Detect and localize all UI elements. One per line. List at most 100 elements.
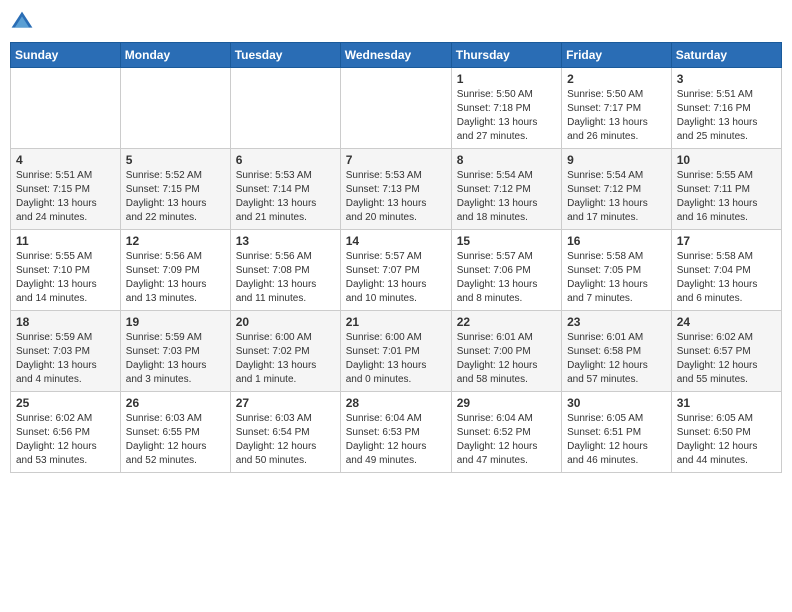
calendar-week-4: 18Sunrise: 5:59 AM Sunset: 7:03 PM Dayli…: [11, 311, 782, 392]
day-number: 26: [126, 396, 225, 410]
day-info: Sunrise: 5:51 AM Sunset: 7:15 PM Dayligh…: [16, 169, 115, 225]
calendar: SundayMondayTuesdayWednesdayThursdayFrid…: [10, 42, 782, 473]
day-info: Sunrise: 6:05 AM Sunset: 6:50 PM Dayligh…: [677, 412, 776, 468]
calendar-cell: 14 Sunrise: 5:57 AM Sunset: 7:07 PM Dayli…: [340, 230, 451, 311]
calendar-cell: 22 Sunrise: 6:01 AM Sunset: 7:00 PM Dayli…: [451, 311, 561, 392]
day-info: Sunrise: 6:00 AM Sunset: 7:01 PM Dayligh…: [346, 331, 446, 387]
day-of-week-saturday: Saturday: [671, 43, 781, 68]
calendar-cell: 11 Sunrise: 5:55 AM Sunset: 7:10 PM Dayli…: [11, 230, 121, 311]
day-info: Sunrise: 6:01 AM Sunset: 7:00 PM Dayligh…: [457, 331, 556, 387]
day-of-week-friday: Friday: [562, 43, 672, 68]
logo-icon: [10, 10, 34, 34]
calendar-cell: [340, 68, 451, 149]
day-number: 6: [236, 153, 335, 167]
day-info: Sunrise: 5:59 AM Sunset: 7:03 PM Dayligh…: [16, 331, 115, 387]
calendar-cell: 27 Sunrise: 6:03 AM Sunset: 6:54 PM Dayli…: [230, 392, 340, 473]
day-info: Sunrise: 5:58 AM Sunset: 7:04 PM Dayligh…: [677, 250, 776, 306]
day-number: 10: [677, 153, 776, 167]
day-number: 14: [346, 234, 446, 248]
calendar-cell: 12 Sunrise: 5:56 AM Sunset: 7:09 PM Dayli…: [120, 230, 230, 311]
day-info: Sunrise: 5:53 AM Sunset: 7:14 PM Dayligh…: [236, 169, 335, 225]
day-of-week-wednesday: Wednesday: [340, 43, 451, 68]
calendar-cell: 30 Sunrise: 6:05 AM Sunset: 6:51 PM Dayli…: [562, 392, 672, 473]
day-info: Sunrise: 5:57 AM Sunset: 7:06 PM Dayligh…: [457, 250, 556, 306]
day-info: Sunrise: 6:02 AM Sunset: 6:57 PM Dayligh…: [677, 331, 776, 387]
day-info: Sunrise: 5:56 AM Sunset: 7:09 PM Dayligh…: [126, 250, 225, 306]
day-info: Sunrise: 5:53 AM Sunset: 7:13 PM Dayligh…: [346, 169, 446, 225]
day-info: Sunrise: 6:04 AM Sunset: 6:52 PM Dayligh…: [457, 412, 556, 468]
day-info: Sunrise: 5:59 AM Sunset: 7:03 PM Dayligh…: [126, 331, 225, 387]
day-info: Sunrise: 5:51 AM Sunset: 7:16 PM Dayligh…: [677, 88, 776, 144]
calendar-cell: 31 Sunrise: 6:05 AM Sunset: 6:50 PM Dayli…: [671, 392, 781, 473]
day-number: 30: [567, 396, 666, 410]
day-info: Sunrise: 6:02 AM Sunset: 6:56 PM Dayligh…: [16, 412, 115, 468]
calendar-header-row: SundayMondayTuesdayWednesdayThursdayFrid…: [11, 43, 782, 68]
calendar-cell: 2 Sunrise: 5:50 AM Sunset: 7:17 PM Daylig…: [562, 68, 672, 149]
day-number: 19: [126, 315, 225, 329]
calendar-cell: 1Sunrise: 5:50 AM Sunset: 7:18 PM Daylig…: [451, 68, 561, 149]
day-info: Sunrise: 6:05 AM Sunset: 6:51 PM Dayligh…: [567, 412, 666, 468]
calendar-week-1: 1Sunrise: 5:50 AM Sunset: 7:18 PM Daylig…: [11, 68, 782, 149]
day-info: Sunrise: 6:01 AM Sunset: 6:58 PM Dayligh…: [567, 331, 666, 387]
day-number: 22: [457, 315, 556, 329]
calendar-cell: 3 Sunrise: 5:51 AM Sunset: 7:16 PM Daylig…: [671, 68, 781, 149]
calendar-week-3: 11 Sunrise: 5:55 AM Sunset: 7:10 PM Dayli…: [11, 230, 782, 311]
calendar-cell: 29Sunrise: 6:04 AM Sunset: 6:52 PM Dayli…: [451, 392, 561, 473]
day-number: 31: [677, 396, 776, 410]
day-info: Sunrise: 5:50 AM Sunset: 7:17 PM Dayligh…: [567, 88, 666, 144]
day-info: Sunrise: 5:57 AM Sunset: 7:07 PM Dayligh…: [346, 250, 446, 306]
calendar-cell: 13 Sunrise: 5:56 AM Sunset: 7:08 PM Dayli…: [230, 230, 340, 311]
day-of-week-monday: Monday: [120, 43, 230, 68]
day-number: 2: [567, 72, 666, 86]
day-number: 5: [126, 153, 225, 167]
day-info: Sunrise: 5:50 AM Sunset: 7:18 PM Dayligh…: [457, 88, 556, 144]
day-info: Sunrise: 6:03 AM Sunset: 6:54 PM Dayligh…: [236, 412, 335, 468]
day-number: 20: [236, 315, 335, 329]
calendar-cell: 16Sunrise: 5:58 AM Sunset: 7:05 PM Dayli…: [562, 230, 672, 311]
calendar-cell: 21 Sunrise: 6:00 AM Sunset: 7:01 PM Dayli…: [340, 311, 451, 392]
logo: [10, 10, 38, 34]
day-number: 13: [236, 234, 335, 248]
day-of-week-tuesday: Tuesday: [230, 43, 340, 68]
calendar-cell: 7 Sunrise: 5:53 AM Sunset: 7:13 PM Daylig…: [340, 149, 451, 230]
day-number: 21: [346, 315, 446, 329]
calendar-cell: 25Sunrise: 6:02 AM Sunset: 6:56 PM Dayli…: [11, 392, 121, 473]
day-info: Sunrise: 5:56 AM Sunset: 7:08 PM Dayligh…: [236, 250, 335, 306]
day-number: 8: [457, 153, 556, 167]
day-of-week-sunday: Sunday: [11, 43, 121, 68]
calendar-cell: 28 Sunrise: 6:04 AM Sunset: 6:53 PM Dayli…: [340, 392, 451, 473]
day-number: 3: [677, 72, 776, 86]
day-number: 15: [457, 234, 556, 248]
calendar-cell: 8 Sunrise: 5:54 AM Sunset: 7:12 PM Daylig…: [451, 149, 561, 230]
calendar-week-5: 25Sunrise: 6:02 AM Sunset: 6:56 PM Dayli…: [11, 392, 782, 473]
day-number: 9: [567, 153, 666, 167]
day-info: Sunrise: 5:55 AM Sunset: 7:11 PM Dayligh…: [677, 169, 776, 225]
calendar-cell: 15 Sunrise: 5:57 AM Sunset: 7:06 PM Dayli…: [451, 230, 561, 311]
calendar-cell: 18Sunrise: 5:59 AM Sunset: 7:03 PM Dayli…: [11, 311, 121, 392]
day-info: Sunrise: 6:00 AM Sunset: 7:02 PM Dayligh…: [236, 331, 335, 387]
day-number: 7: [346, 153, 446, 167]
calendar-cell: 20 Sunrise: 6:00 AM Sunset: 7:02 PM Dayli…: [230, 311, 340, 392]
day-number: 28: [346, 396, 446, 410]
day-info: Sunrise: 5:54 AM Sunset: 7:12 PM Dayligh…: [457, 169, 556, 225]
calendar-cell: 19 Sunrise: 5:59 AM Sunset: 7:03 PM Dayli…: [120, 311, 230, 392]
calendar-cell: 6 Sunrise: 5:53 AM Sunset: 7:14 PM Daylig…: [230, 149, 340, 230]
day-info: Sunrise: 6:04 AM Sunset: 6:53 PM Dayligh…: [346, 412, 446, 468]
calendar-cell: 23Sunrise: 6:01 AM Sunset: 6:58 PM Dayli…: [562, 311, 672, 392]
calendar-cell: 5Sunrise: 5:52 AM Sunset: 7:15 PM Daylig…: [120, 149, 230, 230]
calendar-cell: [120, 68, 230, 149]
calendar-cell: [11, 68, 121, 149]
day-of-week-thursday: Thursday: [451, 43, 561, 68]
day-number: 16: [567, 234, 666, 248]
calendar-week-2: 4Sunrise: 5:51 AM Sunset: 7:15 PM Daylig…: [11, 149, 782, 230]
calendar-cell: 26 Sunrise: 6:03 AM Sunset: 6:55 PM Dayli…: [120, 392, 230, 473]
calendar-cell: 17 Sunrise: 5:58 AM Sunset: 7:04 PM Dayli…: [671, 230, 781, 311]
page-header: [10, 10, 782, 34]
day-info: Sunrise: 5:54 AM Sunset: 7:12 PM Dayligh…: [567, 169, 666, 225]
day-number: 12: [126, 234, 225, 248]
day-number: 17: [677, 234, 776, 248]
day-number: 11: [16, 234, 115, 248]
day-info: Sunrise: 5:55 AM Sunset: 7:10 PM Dayligh…: [16, 250, 115, 306]
day-info: Sunrise: 6:03 AM Sunset: 6:55 PM Dayligh…: [126, 412, 225, 468]
day-number: 27: [236, 396, 335, 410]
